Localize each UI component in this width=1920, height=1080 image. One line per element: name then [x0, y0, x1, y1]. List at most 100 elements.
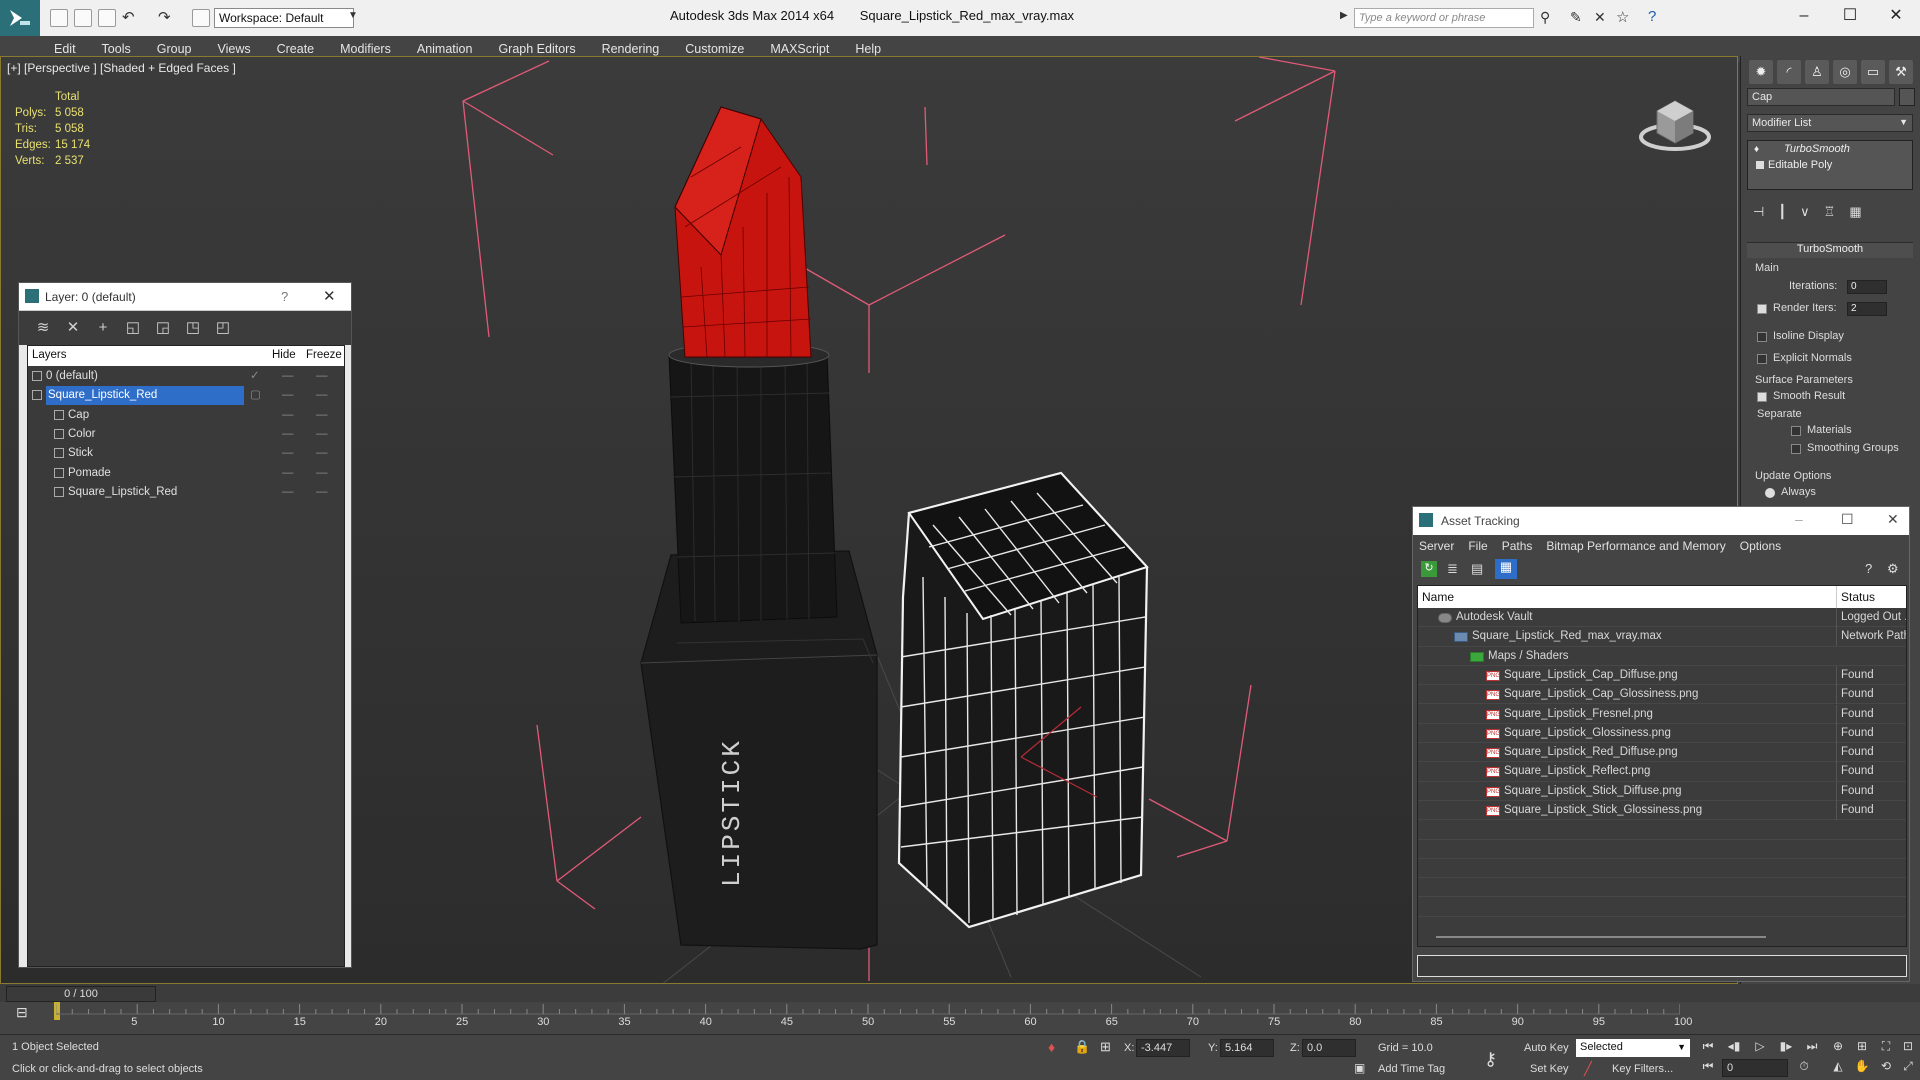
hide-toggle[interactable]: — — [282, 386, 294, 405]
viewcube-icon[interactable] — [1637, 87, 1713, 157]
mini-curve-editor-icon[interactable]: ⊟ — [16, 1004, 28, 1021]
add-time-tag-button[interactable]: Add Time Tag — [1378, 1063, 1445, 1075]
motion-tab-icon[interactable]: ◎ — [1833, 60, 1857, 84]
display-tab-icon[interactable]: ▭ — [1861, 60, 1885, 84]
minimize-icon[interactable]: – — [1784, 4, 1824, 28]
undo-icon[interactable]: ↶ — [122, 8, 135, 26]
column-hide[interactable]: Hide — [272, 349, 296, 361]
table-row[interactable]: PNG Square_Lipstick_Glossiness.png Found — [1418, 723, 1906, 744]
open-file-icon[interactable] — [74, 9, 92, 27]
asset-menu-server[interactable]: Server — [1419, 539, 1454, 553]
zoom-extents-all-icon[interactable]: ⊡ — [1898, 1039, 1918, 1057]
render-iters-checkbox[interactable] — [1757, 304, 1767, 314]
layer-row[interactable]: Square_Lipstick_Red — — — [28, 483, 344, 502]
menu-tools[interactable]: Tools — [102, 42, 131, 56]
pin-stack-icon[interactable]: ⊣ — [1753, 204, 1764, 226]
layer-row[interactable]: Color — — — [28, 425, 344, 444]
table-row[interactable]: Maps / Shaders — [1418, 647, 1906, 666]
menu-graph-editors[interactable]: Graph Editors — [498, 42, 575, 56]
menu-rendering[interactable]: Rendering — [602, 42, 660, 56]
menu-create[interactable]: Create — [277, 42, 315, 56]
render-iters-spinner[interactable]: 2 — [1847, 302, 1887, 316]
stack-expand-icon[interactable] — [1756, 161, 1764, 169]
redo-icon[interactable]: ↷ — [158, 8, 171, 26]
iterations-spinner[interactable]: 0 — [1847, 280, 1887, 294]
maximize-viewport-icon[interactable]: ⤢ — [1898, 1059, 1918, 1077]
hierarchy-tab-icon[interactable]: ♙ — [1805, 60, 1829, 84]
asset-menu-options[interactable]: Options — [1740, 539, 1781, 553]
zoom-all-icon[interactable]: ⊞ — [1852, 1039, 1872, 1057]
app-menu-button[interactable] — [0, 0, 40, 36]
go-to-end-icon[interactable]: ⏭ — [1802, 1039, 1822, 1057]
x-coordinate-field[interactable]: -3.447 — [1136, 1039, 1190, 1057]
make-unique-icon[interactable]: ∨ — [1800, 204, 1810, 226]
expand-search-icon[interactable]: ▶ — [1340, 10, 1348, 21]
key-filters-button[interactable]: Key Filters... — [1612, 1063, 1673, 1075]
menu-group[interactable]: Group — [157, 42, 192, 56]
stack-item-turbosmooth[interactable]: TurboSmooth — [1784, 143, 1850, 155]
remove-modifier-icon[interactable]: ♖ — [1824, 204, 1836, 226]
asset-menu-paths[interactable]: Paths — [1502, 539, 1533, 553]
time-tag-icon[interactable]: ▣ — [1354, 1061, 1365, 1075]
freeze-toggle[interactable]: — — [316, 367, 328, 386]
close-icon[interactable]: ✕ — [323, 287, 336, 305]
workspace-dropdown[interactable]: Workspace: Default — [214, 8, 354, 28]
menu-animation[interactable]: Animation — [417, 42, 473, 56]
zoom-extents-icon[interactable]: ⛶ — [1876, 1039, 1896, 1057]
asset-tracking-titlebar[interactable]: Asset Tracking – ☐ ✕ — [1413, 507, 1909, 535]
hide-toggle[interactable]: — — [282, 483, 294, 502]
table-row[interactable]: PNG Square_Lipstick_Reflect.png Found — [1418, 762, 1906, 782]
horizontal-scrollbar[interactable] — [1436, 936, 1766, 938]
menu-edit[interactable]: Edit — [54, 42, 76, 56]
key-mode-toggle-icon[interactable]: ⏮ — [1698, 1059, 1718, 1077]
isolate-icon[interactable]: ♦ — [1048, 1039, 1055, 1055]
next-frame-icon[interactable]: ▮▸ — [1776, 1039, 1796, 1057]
asset-menu-file[interactable]: File — [1468, 539, 1487, 553]
layer-dialog-titlebar[interactable]: Layer: 0 (default) ? ✕ — [19, 283, 351, 311]
go-to-start-icon[interactable]: ⏮ — [1698, 1039, 1718, 1057]
close-icon[interactable]: ✕ — [1876, 4, 1916, 28]
freeze-toggle[interactable]: — — [316, 444, 328, 463]
help-icon[interactable]: ? — [1865, 561, 1872, 576]
settings-icon[interactable]: ⚙ — [1887, 561, 1899, 577]
table-row[interactable]: Square_Lipstick_Red_max_vray.max Network … — [1418, 627, 1906, 647]
asset-path-field[interactable] — [1417, 955, 1907, 977]
detail-view-icon[interactable]: ▤ — [1471, 561, 1483, 577]
menu-customize[interactable]: Customize — [685, 42, 744, 56]
create-tab-icon[interactable]: ✹ — [1749, 60, 1773, 84]
hide-toggle[interactable]: — — [282, 444, 294, 463]
menu-modifiers[interactable]: Modifiers — [340, 42, 391, 56]
table-row[interactable]: PNG Square_Lipstick_Cap_Glossiness.png Fou… — [1418, 685, 1906, 705]
highlight-layer-icon[interactable]: ◲ — [153, 318, 173, 338]
help-icon[interactable]: ? — [1648, 8, 1656, 25]
current-frame-field[interactable]: 0 — [1722, 1059, 1788, 1077]
layer-row[interactable]: Square_Lipstick_Red ▢ — — — [28, 386, 344, 406]
stack-item-editable-poly[interactable]: Editable Poly — [1768, 159, 1832, 171]
asset-menu-bitmap-performance[interactable]: Bitmap Performance and Memory — [1546, 539, 1725, 553]
select-objects-icon[interactable]: ◱ — [123, 318, 143, 338]
absolute-mode-icon[interactable]: ⊞ — [1100, 1039, 1111, 1055]
hide-toggle[interactable]: — — [282, 464, 294, 483]
menu-help[interactable]: Help — [855, 42, 881, 56]
explicit-normals-checkbox[interactable] — [1757, 354, 1767, 364]
chevron-down-icon[interactable]: ▼ — [348, 10, 358, 21]
maximize-icon[interactable]: ☐ — [1841, 511, 1854, 528]
favorites-star-icon[interactable]: ☆ — [1616, 8, 1629, 26]
column-layers[interactable]: Layers — [32, 349, 67, 361]
selection-lock-icon[interactable]: 🔒 — [1074, 1039, 1090, 1055]
search-input[interactable]: Type a keyword or phrase — [1354, 8, 1534, 28]
new-file-icon[interactable] — [50, 9, 68, 27]
refresh-icon[interactable]: ↻ — [1421, 561, 1437, 577]
key-mode-dropdown[interactable]: Selected ▼ — [1576, 1039, 1690, 1057]
set-key-button[interactable]: Set Key — [1530, 1063, 1569, 1075]
materials-checkbox[interactable] — [1791, 426, 1801, 436]
minimize-icon[interactable]: – — [1795, 511, 1803, 527]
binoculars-icon[interactable]: ⚲ — [1540, 9, 1550, 26]
delete-layer-icon[interactable]: ✕ — [63, 318, 83, 338]
isoline-checkbox[interactable] — [1757, 332, 1767, 342]
table-row[interactable]: PNG Square_Lipstick_Cap_Diffuse.png Found — [1418, 665, 1906, 686]
freeze-toggle[interactable]: — — [316, 483, 328, 502]
hide-all-icon[interactable]: ◳ — [183, 318, 203, 338]
zoom-icon[interactable]: ⊕ — [1828, 1039, 1848, 1057]
column-status[interactable]: Status — [1836, 586, 1875, 608]
